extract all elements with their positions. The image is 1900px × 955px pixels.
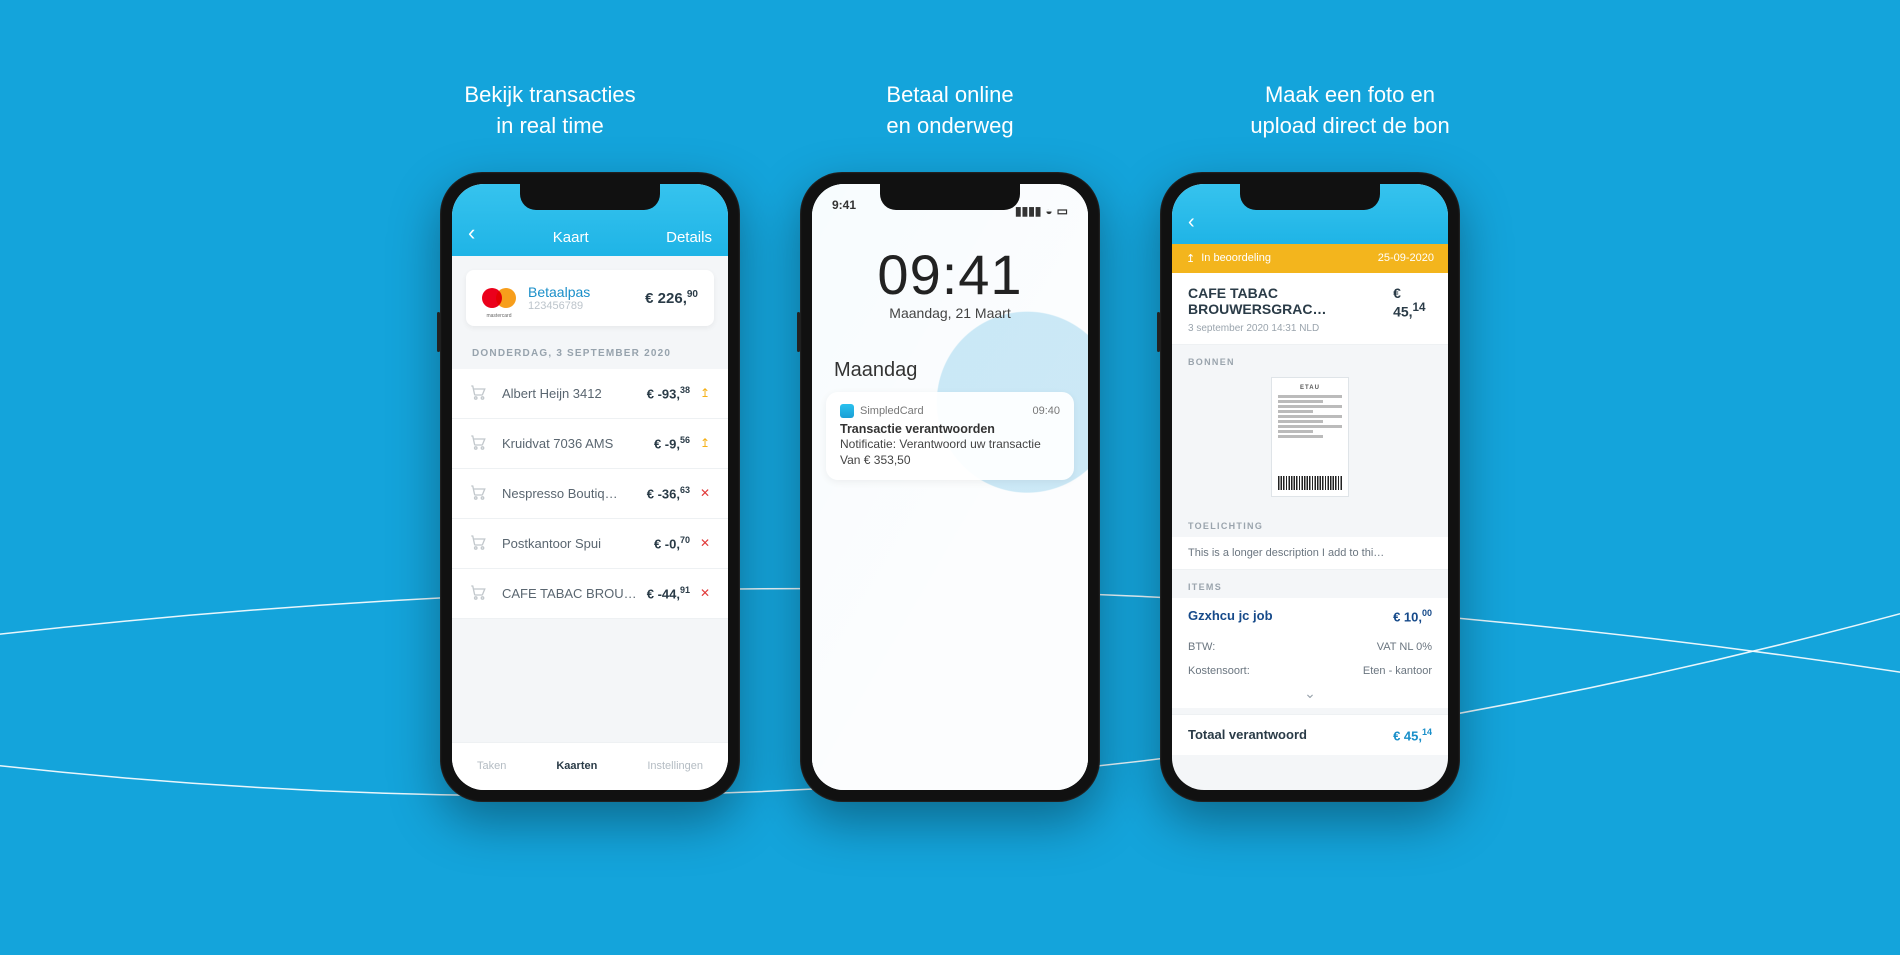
header-action-details[interactable]: Details [666,229,712,246]
expand-chevron-icon[interactable]: ⌄ [1172,683,1448,708]
status-icons: ▮▮▮▮ ◒ ▭ [1015,198,1068,224]
card-number: 123456789 [528,300,645,312]
phone-receipt: ‹ ↥ In beoordeling 25-09-2020 CAFE TABAC… [1160,172,1460,802]
date-separator: DONDERDAG, 3 SEPTEMBER 2020 [452,326,728,369]
transaction-row[interactable]: CAFE TABAC BROUW…€ -44,91 ✕ [452,569,728,619]
cart-icon [468,483,502,504]
notch [880,184,1020,210]
tab-taken[interactable]: Taken [477,760,506,772]
merchant-name: Nespresso Boutiq… [502,486,647,501]
mastercard-logo-icon: mastercard [482,287,516,309]
cart-icon [468,533,502,554]
item-row[interactable]: Gzxhcu jc job € 10,00 [1172,598,1448,634]
status-icon: ↥ [698,386,712,400]
description-text[interactable]: This is a longer description I add to th… [1172,537,1448,570]
notification-line1: Notificatie: Verantwoord uw transactie [840,436,1060,452]
section-toelichting: TOELICHTING [1172,509,1448,537]
transaction-row[interactable]: Nespresso Boutiq…€ -36,63 ✕ [452,469,728,519]
merchant-amount: € 45,14 [1393,285,1432,320]
merchant-name: CAFE TABAC BROUW… [502,586,647,601]
transaction-row[interactable]: Albert Heijn 3412€ -93,38 ↥ [452,369,728,419]
kv-kostensoort: Kostensoort:Eten - kantoor [1172,659,1448,683]
phone-lockscreen: 9:41 ▮▮▮▮ ◒ ▭ 09:41 Maandag, 21 Maart Ma… [800,172,1100,802]
signal-icon: ▮▮▮▮ [1015,204,1041,218]
item-price: € 10,00 [1393,608,1432,624]
notification-app: SimpledCard [860,405,924,417]
caption-3: Maak een foto enupload direct de bon [1210,80,1490,142]
amount: € -0,70 [654,535,690,551]
barcode-icon [1278,476,1342,490]
battery-icon: ▭ [1057,204,1068,218]
review-status-bar: ↥ In beoordeling 25-09-2020 [1172,244,1448,273]
status-icon: ↥ [698,436,712,450]
transaction-row[interactable]: Postkantoor Spui€ -0,70 ✕ [452,519,728,569]
header-title: Kaart [553,229,589,246]
section-items: ITEMS [1172,570,1448,598]
amount: € -9,56 [654,435,690,451]
section-bonnen: BONNEN [1172,345,1448,373]
notification-line2: Van € 353,50 [840,452,1060,468]
tab-kaarten[interactable]: Kaarten [556,760,597,772]
merchant-name: Albert Heijn 3412 [502,386,647,401]
receipt-brand: ETAU [1278,384,1342,392]
upload-icon: ↥ [1186,252,1195,265]
tab-bar: Taken Kaarten Instellingen [452,742,728,790]
notch [520,184,660,210]
merchant-name: Kruidvat 7036 AMS [502,436,654,451]
amount: € -44,91 [647,585,690,601]
transaction-row[interactable]: Kruidvat 7036 AMS€ -9,56 ↥ [452,419,728,469]
wifi-icon: ◒ [1045,204,1052,218]
receipt-thumbnail[interactable]: ETAU [1271,377,1349,497]
status-icon: ✕ [698,536,712,550]
notch [1240,184,1380,210]
amount: € -36,63 [647,485,690,501]
status-icon: ✕ [698,586,712,600]
amount: € -93,38 [647,385,690,401]
cart-icon [468,383,502,404]
total-value: € 45,14 [1393,727,1432,743]
merchant-meta: 3 september 2020 14:31 NLD [1188,323,1432,334]
item-name: Gzxhcu jc job [1188,608,1273,624]
lock-date: Maandag, 21 Maart [812,305,1088,321]
review-date: 25-09-2020 [1378,252,1434,265]
total-label: Totaal verantwoord [1188,727,1307,743]
notification-time: 09:40 [1032,405,1060,417]
phone-transactions: ‹ Kaart Details mastercard Betaalpas 123… [440,172,740,802]
cart-icon [468,433,502,454]
back-button[interactable]: ‹ [1188,211,1195,234]
card-name: Betaalpas [528,284,645,300]
cart-icon [468,583,502,604]
card-balance: € 226,90 [645,289,698,307]
caption-1: Bekijk transactiesin real time [410,80,690,142]
back-button[interactable]: ‹ [468,220,475,246]
app-icon [840,404,854,418]
status-icon: ✕ [698,486,712,500]
card-tile[interactable]: mastercard Betaalpas 123456789 € 226,90 [466,270,714,326]
merchant-name: Postkantoor Spui [502,536,654,551]
merchant-title: CAFE TABAC BROUWERSGRAC… [1188,285,1393,320]
notification-title: Transactie verantwoorden [840,422,1060,436]
lock-day-label: Maandag [812,359,1088,382]
lock-clock: 09:41 [812,242,1088,307]
kv-btw: BTW:VAT NL 0% [1172,635,1448,659]
notification[interactable]: SimpledCard 09:40 Transactie verantwoord… [826,392,1074,480]
tab-instellingen[interactable]: Instellingen [647,760,703,772]
caption-2: Betaal onlineen onderweg [810,80,1090,142]
status-time: 9:41 [832,198,856,224]
review-status-text: In beoordeling [1201,252,1271,264]
